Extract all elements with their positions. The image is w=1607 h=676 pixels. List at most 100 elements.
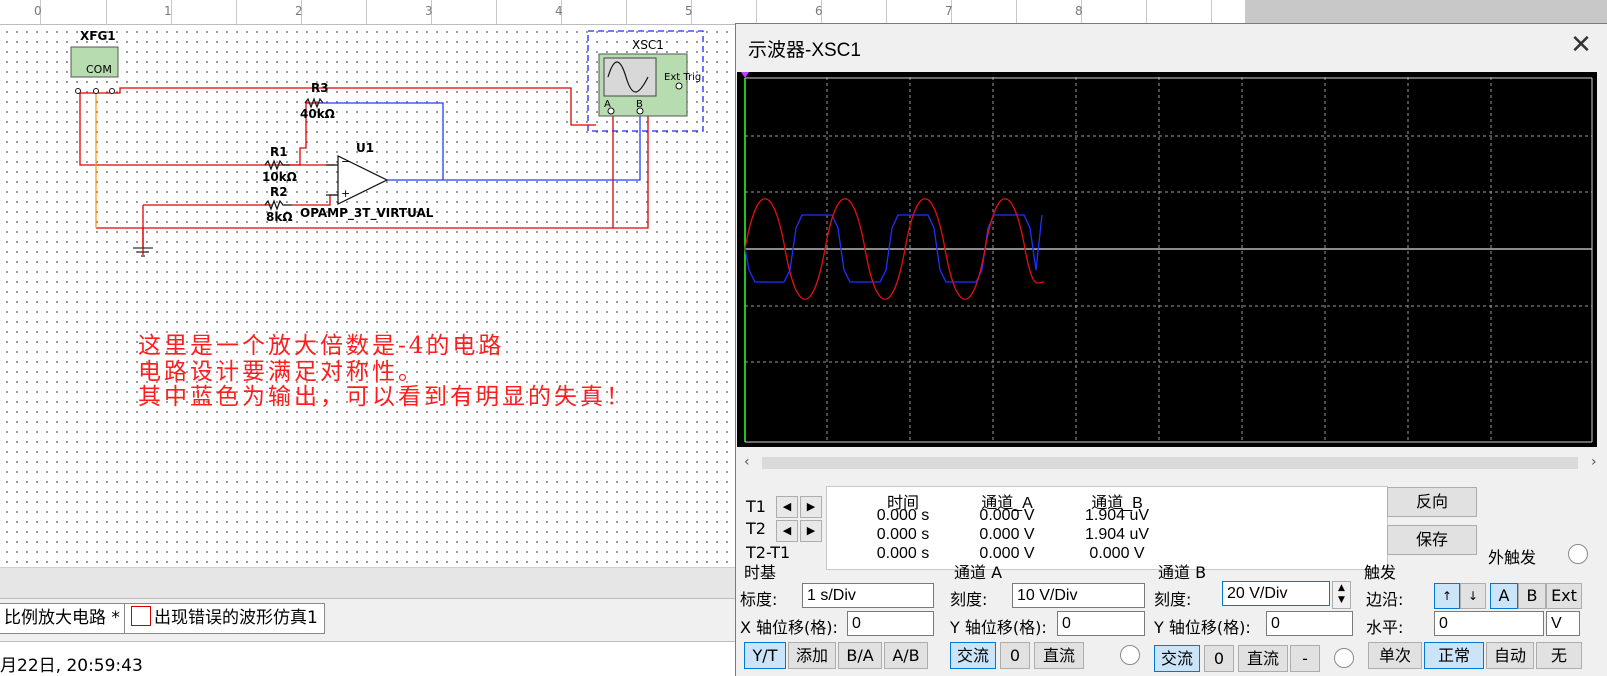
ruler-label: 7: [945, 4, 953, 18]
t2-right-arrow-icon[interactable]: ▶: [800, 520, 822, 542]
reverse-button[interactable]: 反向: [1387, 487, 1477, 517]
normal-trigger-button[interactable]: 正常: [1424, 642, 1484, 669]
status-timestamp: 月22日, 20:59:43: [0, 656, 143, 676]
t2-left-arrow-icon[interactable]: ◀: [776, 520, 798, 542]
ruler-label: 4: [555, 4, 563, 18]
tab-proportional-amplifier[interactable]: 比例放大电路 *: [0, 603, 127, 634]
x-position-field[interactable]: 0: [847, 611, 934, 636]
t1-channel-b: 1.904 uV: [1084, 507, 1150, 524]
t1-left-arrow-icon[interactable]: ◀: [776, 496, 798, 518]
title-area-background: [1245, 0, 1607, 25]
channel-b-dc-button[interactable]: 直流: [1238, 645, 1288, 672]
workspace-horizontal-scrollbar[interactable]: [0, 567, 735, 599]
channel-b-terminal: B: [636, 99, 643, 110]
oscilloscope-window: 示波器-XSC1 ✕ ‹ › T1 ◀ ▶ T2 ◀ ▶ T2-T1 时间 通道…: [735, 23, 1607, 676]
scroll-left-icon[interactable]: ‹: [744, 454, 750, 470]
scope-scrollbar[interactable]: ‹ ›: [736, 454, 1607, 472]
ruler-label: 3: [425, 4, 433, 18]
u1-name: U1: [356, 141, 375, 155]
channel-b-scale-spinner[interactable]: ▲ ▼: [1332, 581, 1351, 609]
channel-a-zero-button[interactable]: 0: [1000, 642, 1030, 669]
trigger-title: 触发: [1364, 563, 1397, 582]
trigger-source-a-button[interactable]: A: [1490, 583, 1518, 609]
scope-display: [741, 72, 1593, 443]
channel-b-scale-field[interactable]: 20 V/Div: [1222, 581, 1330, 606]
channel-b-ypos-label: Y 轴位移(格):: [1154, 618, 1251, 637]
channel-b-invert-button[interactable]: -: [1290, 645, 1320, 672]
channel-a-ypos-field[interactable]: 0: [1057, 611, 1145, 636]
opamp-minus-label: −: [341, 155, 351, 168]
channel-b-title: 通道 B: [1158, 563, 1207, 582]
ruler-label: 6: [815, 4, 823, 18]
channel-b-ypos-field[interactable]: 0: [1266, 611, 1353, 636]
r2-value: 8kΩ: [266, 210, 293, 224]
status-bar: 月22日, 20:59:43: [0, 641, 735, 676]
ext-trigger-radio[interactable]: [1568, 544, 1588, 564]
t1-channel-a: 0.000 V: [979, 507, 1035, 524]
trigger-source-b-button[interactable]: B: [1518, 583, 1546, 609]
timebase-title: 时基: [744, 563, 777, 582]
ruler: 0 1 2 3 4 5 6 7 8: [0, 0, 1245, 25]
window-title: 示波器-XSC1: [748, 40, 861, 61]
tab-waveform-simulation[interactable]: 出现错误的波形仿真1: [124, 603, 325, 634]
oscilloscope-screen[interactable]: [737, 72, 1597, 447]
channel-a-scale-label: 刻度:: [950, 590, 988, 609]
t2-time: 0.000 s: [876, 526, 930, 543]
channel-a-terminal: A: [604, 99, 611, 110]
t2-channel-a: 0.000 V: [979, 526, 1035, 543]
timebase-scale-field[interactable]: 1 s/Div: [802, 583, 934, 608]
trigger-level-field[interactable]: 0: [1434, 611, 1544, 636]
x-position-label: X 轴位移(格):: [740, 618, 838, 637]
ext-trig-label: Ext Trig: [664, 72, 702, 83]
trigger-level-label: 水平:: [1366, 618, 1404, 637]
close-icon[interactable]: ✕: [1568, 32, 1594, 58]
channel-a-radio[interactable]: [1120, 645, 1140, 665]
t2-label: T2: [746, 519, 766, 538]
trigger-source-ext-button[interactable]: Ext: [1546, 583, 1582, 609]
t1-label: T1: [746, 497, 766, 516]
u1-model: OPAMP_3T_VIRTUAL: [300, 206, 434, 220]
trigger-level-unit-select[interactable]: V: [1546, 611, 1580, 636]
channel-b-ac-button[interactable]: 交流: [1154, 645, 1200, 672]
rising-edge-icon[interactable]: ↑: [1434, 583, 1460, 609]
falling-edge-icon[interactable]: ↓: [1460, 583, 1486, 609]
scrollbar-thumb[interactable]: [762, 457, 1578, 469]
save-button[interactable]: 保存: [1387, 525, 1477, 555]
channel-a-dc-button[interactable]: 直流: [1034, 642, 1084, 669]
add-mode-button[interactable]: 添加: [788, 642, 836, 669]
channel-a-scale-field[interactable]: 10 V/Div: [1012, 583, 1145, 608]
annotation-line-3: 其中蓝色为输出，可以看到有明显的失真！: [138, 384, 632, 410]
xsc1-label: XSC1: [632, 38, 664, 52]
ab-mode-button[interactable]: A/B: [884, 642, 928, 669]
channel-b-scale-label: 刻度:: [1154, 590, 1192, 609]
none-trigger-button[interactable]: 无: [1536, 642, 1582, 669]
ext-trigger-label: 外触发: [1488, 548, 1537, 567]
ruler-label: 1: [164, 4, 172, 18]
xfg1-com-label: COM: [86, 63, 112, 76]
cursor-readout-table: 时间 通道_A 通道_B 0.000 s 0.000 V 1.904 uV 0.…: [826, 486, 1388, 570]
channel-b-zero-button[interactable]: 0: [1204, 645, 1234, 672]
r3-name: R3: [311, 81, 329, 95]
t2-t1-time: 0.000 s: [876, 545, 930, 562]
channel-a-ypos-label: Y 轴位移(格):: [950, 618, 1047, 637]
t1-right-arrow-icon[interactable]: ▶: [800, 496, 822, 518]
auto-trigger-button[interactable]: 自动: [1486, 642, 1534, 669]
r3-value: 40kΩ: [300, 107, 335, 121]
ruler-label: 5: [685, 4, 693, 18]
timebase-scale-label: 标度:: [740, 590, 778, 609]
xfg1-label: XFG1: [80, 29, 116, 43]
trigger-edge-label: 边沿:: [1366, 590, 1404, 609]
r1-name: R1: [270, 145, 288, 159]
channel-a-ac-button[interactable]: 交流: [950, 642, 996, 669]
document-tab-bar: 比例放大电路 * 出现错误的波形仿真1: [0, 598, 735, 639]
channel-b-radio[interactable]: [1334, 648, 1354, 668]
scroll-right-icon[interactable]: ›: [1591, 454, 1597, 470]
t2-t1-channel-b: 0.000 V: [1089, 545, 1145, 562]
tab-label: 出现错误的波形仿真1: [154, 608, 318, 628]
r1-value: 10kΩ: [262, 170, 297, 184]
yt-mode-button[interactable]: Y/T: [744, 642, 786, 669]
ba-mode-button[interactable]: B/A: [838, 642, 882, 669]
single-trigger-button[interactable]: 单次: [1368, 642, 1422, 669]
opamp-plus-label: +: [341, 187, 351, 200]
r2-name: R2: [270, 185, 288, 199]
